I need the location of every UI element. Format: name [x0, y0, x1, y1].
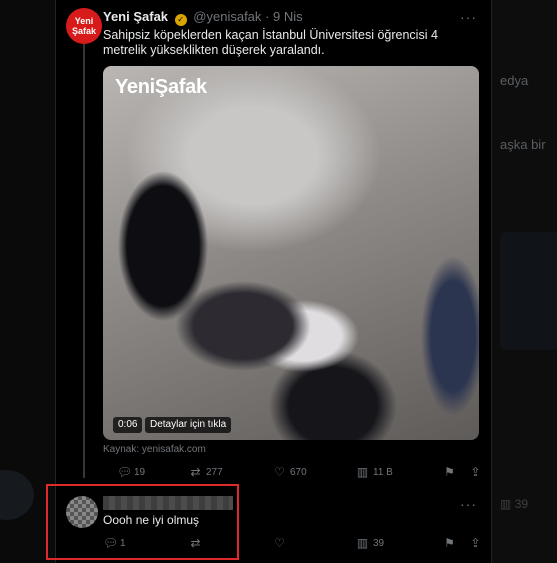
tweet-actions: 💬︎ 19 ⇄ 277 ♡ 670 ▥ 11 B ⚑ ⇪	[103, 465, 483, 481]
background-views-value: 39	[514, 497, 529, 511]
views-button[interactable]: ▥ 11 B	[356, 465, 393, 479]
like-button[interactable]: ♡	[273, 536, 286, 550]
bookmark-icon: ⚑	[444, 465, 455, 479]
like-count: 670	[290, 466, 307, 478]
like-button[interactable]: ♡ 670	[273, 465, 307, 479]
background-text: aşka bir	[500, 137, 546, 152]
view-count: 39	[373, 537, 385, 549]
bookmark-button[interactable]: ⚑	[443, 465, 456, 479]
heart-icon: ♡	[274, 465, 285, 479]
reply-button[interactable]: 💬︎ 19	[117, 465, 145, 479]
author-avatar[interactable]: Yeni Şafak	[66, 8, 102, 44]
views-button[interactable]: ▥ 39	[356, 536, 384, 550]
tweet-video[interactable]: YeniŞafak 0:06 Detaylar için tıkla	[103, 66, 479, 440]
author-name[interactable]: Yeni Şafak	[103, 9, 168, 24]
media-source[interactable]: Kaynak: yenisafak.com	[103, 444, 206, 455]
tweet-thread-panel: Yeni Şafak Yeni Şafak ✓ @yenisafak · 9 N…	[55, 0, 492, 563]
tweet-header: Yeni Şafak ✓ @yenisafak · 9 Nis	[103, 9, 303, 26]
share-icon: ⇪	[470, 465, 481, 479]
tweet-date[interactable]: 9 Nis	[273, 9, 303, 24]
background-view-count: ▥ 39	[500, 497, 528, 511]
repost-icon: ⇄	[190, 465, 201, 479]
bar-chart-icon: ▥	[356, 536, 369, 550]
highlight-box	[46, 484, 239, 560]
avatar-text: Şafak	[71, 26, 97, 36]
separator: ·	[265, 9, 270, 24]
details-link[interactable]: Detaylar için tıkla	[145, 417, 232, 433]
more-options-icon[interactable]: ···	[460, 9, 477, 25]
background-media-card	[500, 232, 557, 350]
heart-icon: ♡	[274, 536, 285, 550]
bar-chart-icon: ▥	[500, 497, 512, 511]
thread-line	[83, 38, 85, 478]
view-count: 11 B	[373, 466, 393, 478]
background-text: edya	[500, 73, 529, 88]
share-icon: ⇪	[470, 536, 481, 550]
bookmark-icon: ⚑	[444, 536, 455, 550]
more-options-icon[interactable]: ···	[460, 496, 477, 512]
repost-count: 277	[206, 466, 223, 478]
video-watermark-logo: YeniŞafak	[115, 76, 207, 98]
share-button[interactable]: ⇪	[469, 536, 482, 550]
repost-button[interactable]: ⇄ 277	[189, 465, 223, 479]
reply-icon: 💬︎	[117, 465, 133, 479]
bookmark-button[interactable]: ⚑	[443, 536, 456, 550]
author-handle[interactable]: @yenisafak	[193, 9, 261, 24]
background-avatar	[0, 470, 34, 520]
bar-chart-icon: ▥	[356, 465, 369, 479]
avatar-text: Yeni	[74, 16, 94, 26]
verified-badge-icon: ✓	[174, 14, 187, 26]
tweet-text: Sahipsiz köpeklerden kaçan İstanbul Üniv…	[103, 28, 438, 57]
video-duration: 0:06	[113, 417, 143, 433]
reply-count: 19	[134, 466, 146, 478]
share-button[interactable]: ⇪	[469, 465, 482, 479]
